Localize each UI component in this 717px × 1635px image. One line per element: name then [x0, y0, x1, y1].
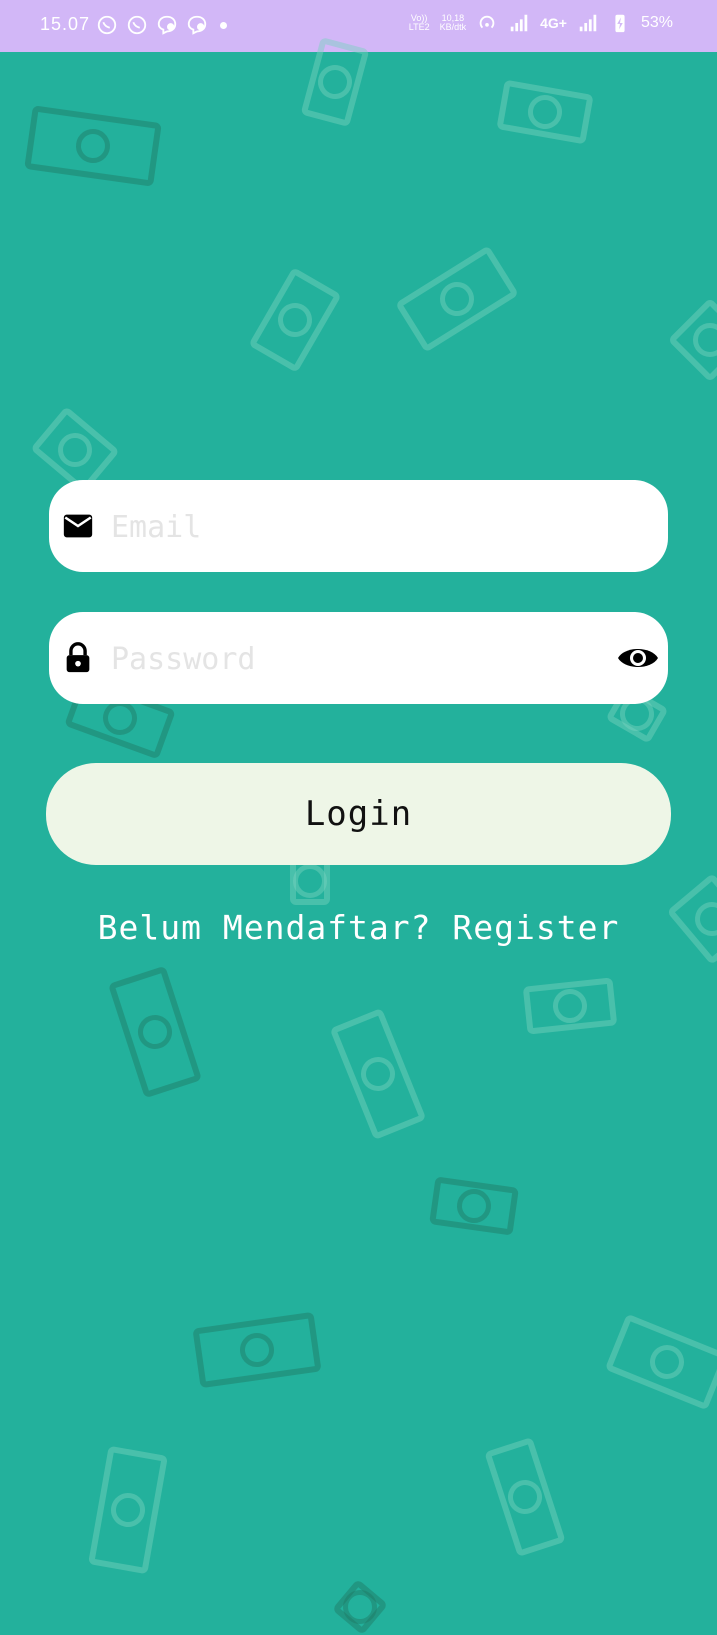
volte-indicator: Vo)) LTE2 — [409, 14, 430, 32]
money-bill-icon — [484, 1436, 566, 1558]
money-bill-icon — [522, 977, 618, 1035]
whatsapp-icon — [97, 15, 117, 35]
battery-charging-icon — [615, 14, 625, 33]
status-time: 15.07 — [40, 14, 91, 34]
money-bill-icon — [331, 1578, 389, 1635]
money-bill-icon — [496, 79, 594, 145]
facebook-messenger-icon — [157, 15, 177, 35]
speed-unit: KB/dtk — [439, 22, 467, 32]
mail-icon — [63, 514, 93, 538]
money-bill-icon — [429, 1176, 519, 1236]
whatsapp-icon — [127, 15, 147, 35]
volte-bottom: LTE2 — [408, 22, 430, 32]
hotspot-icon — [479, 15, 495, 29]
system-icons: Vo)) LTE2 10,18 KB/dtk 4G+ 53% — [409, 12, 673, 34]
network-type: 4G+ — [540, 15, 567, 31]
network-speed: 10,18 KB/dtk — [440, 14, 467, 32]
email-input[interactable] — [109, 502, 598, 552]
password-field — [49, 612, 668, 704]
money-bill-icon — [192, 1311, 322, 1389]
money-bill-icon — [24, 105, 162, 187]
money-bill-icon — [667, 297, 717, 383]
notification-icons — [96, 14, 227, 36]
money-bill-icon — [394, 245, 520, 353]
money-bill-icon — [329, 1007, 427, 1141]
password-input[interactable] — [109, 634, 598, 684]
register-prompt: Belum Mendaftar? Register — [0, 908, 717, 947]
signal-icon — [510, 14, 528, 32]
status-bar: 15.07 Vo)) LTE2 10,18 KB/dtk 4G+ 53% — [0, 0, 717, 52]
money-bill-icon — [248, 267, 342, 373]
email-field — [49, 480, 668, 572]
battery-percentage: 53% — [640, 14, 673, 31]
eye-icon[interactable] — [616, 638, 660, 678]
facebook-messenger-icon — [187, 15, 207, 35]
signal-icon — [579, 14, 597, 32]
dot-icon — [220, 21, 227, 29]
money-bill-icon — [107, 965, 203, 1099]
login-button[interactable]: Login — [46, 763, 671, 865]
register-link[interactable]: Register — [452, 908, 619, 947]
money-bill-icon — [604, 1313, 717, 1411]
money-bill-icon — [88, 1445, 168, 1575]
register-prefix: Belum Mendaftar? — [97, 908, 432, 947]
lock-icon — [66, 642, 90, 673]
